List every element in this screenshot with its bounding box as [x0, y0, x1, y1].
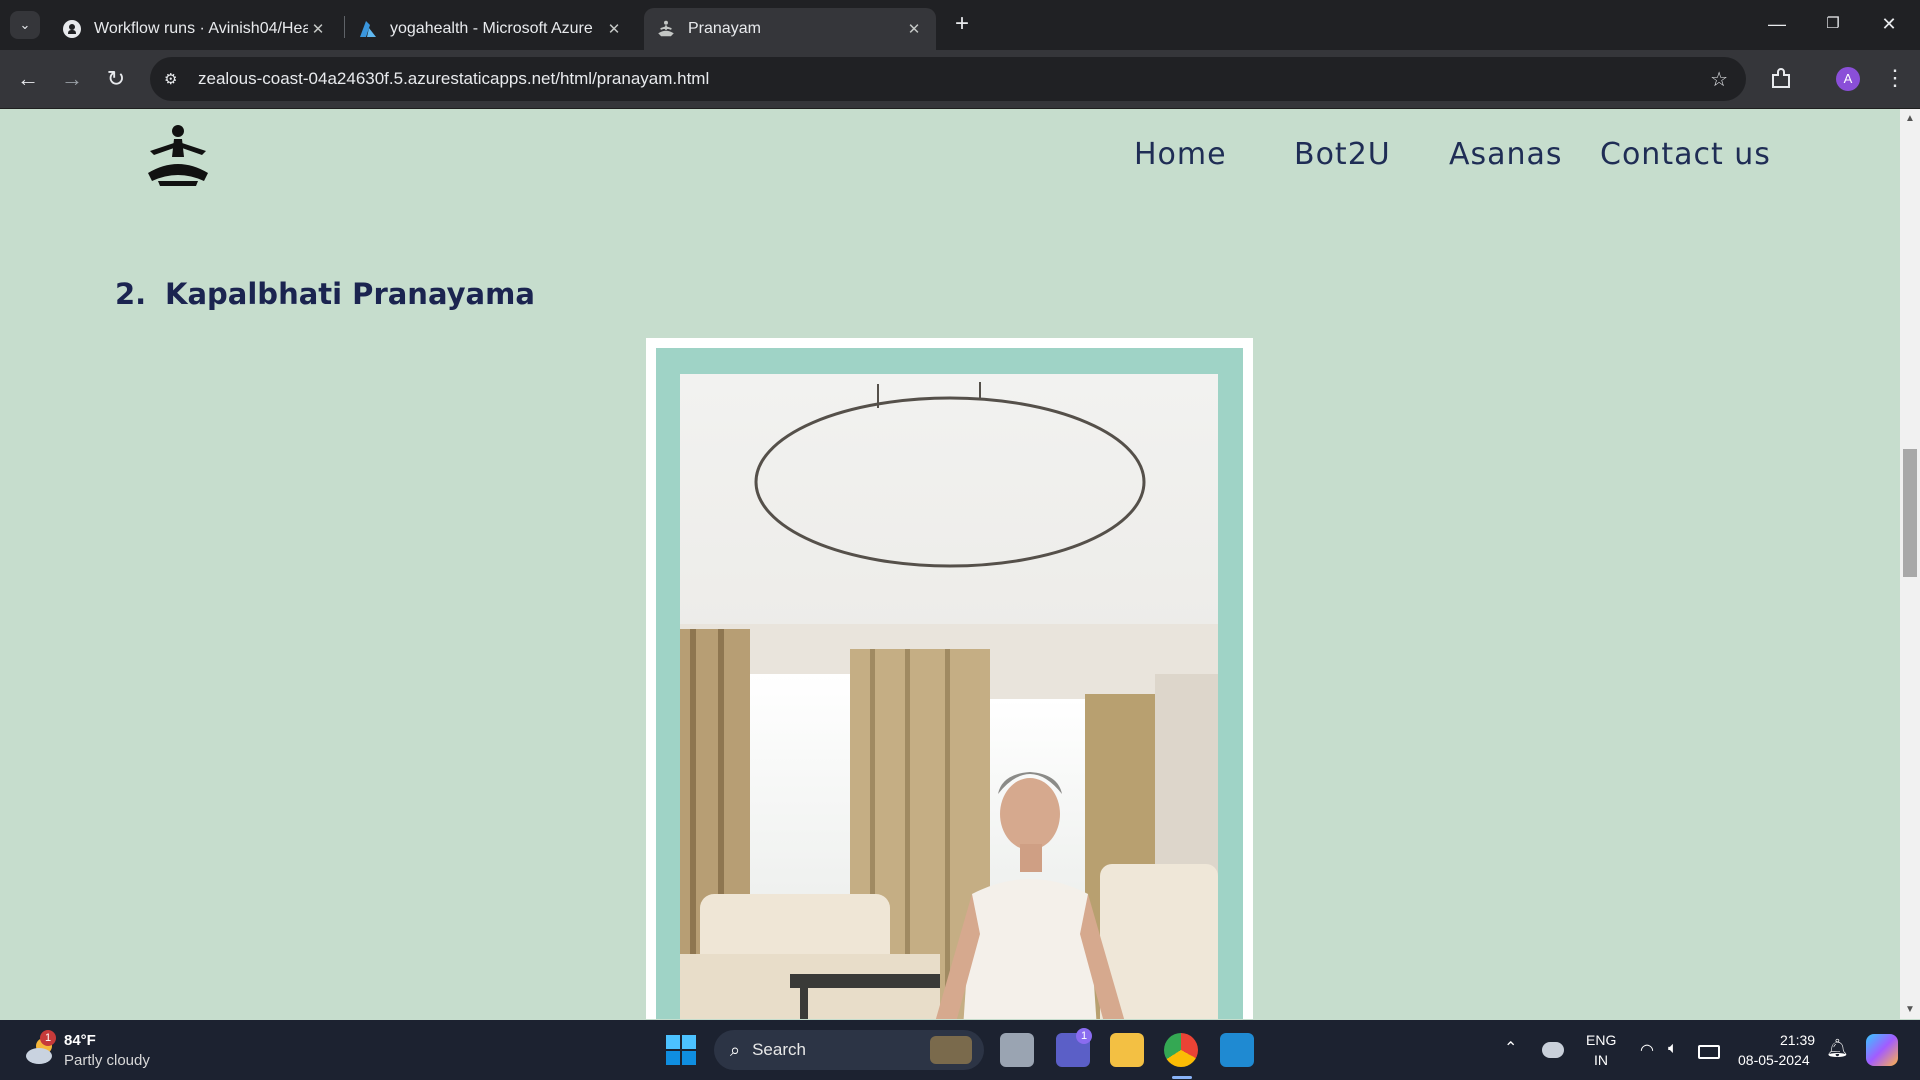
battery-icon[interactable]: [1698, 1045, 1720, 1059]
restore-icon[interactable]: ❐: [1810, 8, 1856, 40]
taskbar-search-label: Search: [752, 1040, 806, 1059]
language-top[interactable]: ENG: [1586, 1032, 1616, 1048]
clock-date[interactable]: 08-05-2024: [1738, 1052, 1810, 1068]
section-number: 2.: [115, 277, 147, 311]
clock-time[interactable]: 21:39: [1780, 1032, 1815, 1048]
image-frame-inner: [656, 348, 1243, 1019]
scroll-down-arrow-icon[interactable]: ▼: [1905, 1004, 1915, 1015]
window-close-icon[interactable]: ✕: [1866, 8, 1912, 40]
tab-azure[interactable]: yogahealth - Microsoft Azure ✕: [346, 8, 636, 50]
forward-arrow-icon[interactable]: →: [58, 65, 86, 93]
meditation-photo: [680, 374, 1218, 1019]
tab-divider: [344, 16, 345, 38]
copilot-icon[interactable]: [1866, 1034, 1898, 1066]
site-info-icon[interactable]: ⚙: [164, 70, 186, 88]
browser-tab-strip: ⌄ Workflow runs · Avinish04/Heal ✕ yogah…: [0, 0, 1920, 50]
kebab-menu-icon[interactable]: ⋮: [1884, 64, 1906, 92]
yoga-favicon: [656, 19, 676, 39]
weather-description[interactable]: Partly cloudy: [64, 1052, 150, 1069]
onedrive-cloud-icon[interactable]: [1542, 1042, 1564, 1058]
nav-contact-link[interactable]: Contact us: [1600, 137, 1771, 172]
browser-toolbar: ← → ↻ ⚙ zealous-coast-04a24630f.5.azures…: [0, 50, 1920, 109]
tab-title: Workflow runs · Avinish04/Heal: [94, 20, 308, 37]
scroll-up-arrow-icon[interactable]: ▲: [1905, 113, 1915, 124]
tab-title: Pranayam: [688, 20, 761, 37]
nav-asanas-link[interactable]: Asanas: [1449, 137, 1563, 172]
azure-icon: [358, 19, 378, 39]
taskbar-search-box[interactable]: ⌕ Search: [714, 1030, 984, 1070]
back-arrow-icon[interactable]: ←: [14, 65, 42, 93]
section-title: Kapalbhati Pranayama: [165, 277, 535, 311]
show-hidden-icons-chevron-icon[interactable]: ⌃: [1504, 1038, 1517, 1058]
reload-icon[interactable]: ↻: [102, 65, 130, 93]
profile-avatar[interactable]: A: [1836, 67, 1860, 91]
tab-title: yogahealth - Microsoft Azure: [390, 20, 593, 37]
weather-temperature[interactable]: 84°F: [64, 1032, 96, 1049]
windows-taskbar: 1 84°F Partly cloudy ⌕ Search 1 ⌃ ENG IN…: [0, 1020, 1920, 1080]
yoga-logo-icon[interactable]: [144, 123, 212, 187]
volume-icon[interactable]: 🔈︎: [1668, 1040, 1678, 1058]
task-view-icon[interactable]: [1000, 1033, 1034, 1067]
nav-home-link[interactable]: Home: [1134, 137, 1227, 172]
github-icon: [62, 19, 82, 39]
wifi-icon[interactable]: ◠: [1640, 1040, 1654, 1060]
address-bar[interactable]: ⚙ zealous-coast-04a24630f.5.azurestatica…: [150, 57, 1746, 101]
chrome-icon[interactable]: [1164, 1033, 1198, 1067]
bookmark-star-icon[interactable]: ☆: [1710, 67, 1728, 92]
new-tab-plus-icon[interactable]: +: [950, 12, 974, 38]
extensions-puzzle-icon[interactable]: [1768, 66, 1794, 92]
url-text[interactable]: zealous-coast-04a24630f.5.azurestaticapp…: [198, 69, 709, 89]
close-icon[interactable]: ✕: [904, 20, 924, 38]
tab-pranayam[interactable]: Pranayam ✕: [644, 8, 936, 50]
tab-workflow-runs[interactable]: Workflow runs · Avinish04/Heal ✕: [50, 8, 340, 50]
close-icon[interactable]: ✕: [604, 20, 624, 38]
scrollbar-thumb[interactable]: [1903, 449, 1917, 577]
search-highlight-icon: [930, 1036, 972, 1064]
search-icon: ⌕: [730, 1039, 741, 1060]
file-explorer-icon[interactable]: [1110, 1033, 1144, 1067]
language-bottom[interactable]: IN: [1594, 1052, 1608, 1068]
section-heading: 2. Kapalbhati Pranayama: [115, 277, 535, 311]
close-icon[interactable]: ✕: [308, 20, 328, 38]
chrome-active-indicator: [1172, 1076, 1192, 1079]
windows-start-icon[interactable]: [666, 1035, 696, 1065]
nav-bot2u-link[interactable]: Bot2U: [1294, 137, 1391, 172]
teams-badge: 1: [1076, 1028, 1092, 1044]
page-viewport: Home Bot2U Asanas Contact us 2. Kapalbhat…: [0, 109, 1900, 1019]
notification-bell-icon[interactable]: 🔔︎: [1826, 1038, 1849, 1059]
image-frame: [646, 338, 1253, 1019]
page-scrollbar[interactable]: ▲ ▼: [1900, 109, 1920, 1019]
tab-search-button[interactable]: ⌄: [10, 11, 40, 39]
weather-badge: 1: [40, 1030, 56, 1046]
vscode-icon[interactable]: [1220, 1033, 1254, 1067]
minimize-icon[interactable]: —: [1754, 8, 1800, 40]
